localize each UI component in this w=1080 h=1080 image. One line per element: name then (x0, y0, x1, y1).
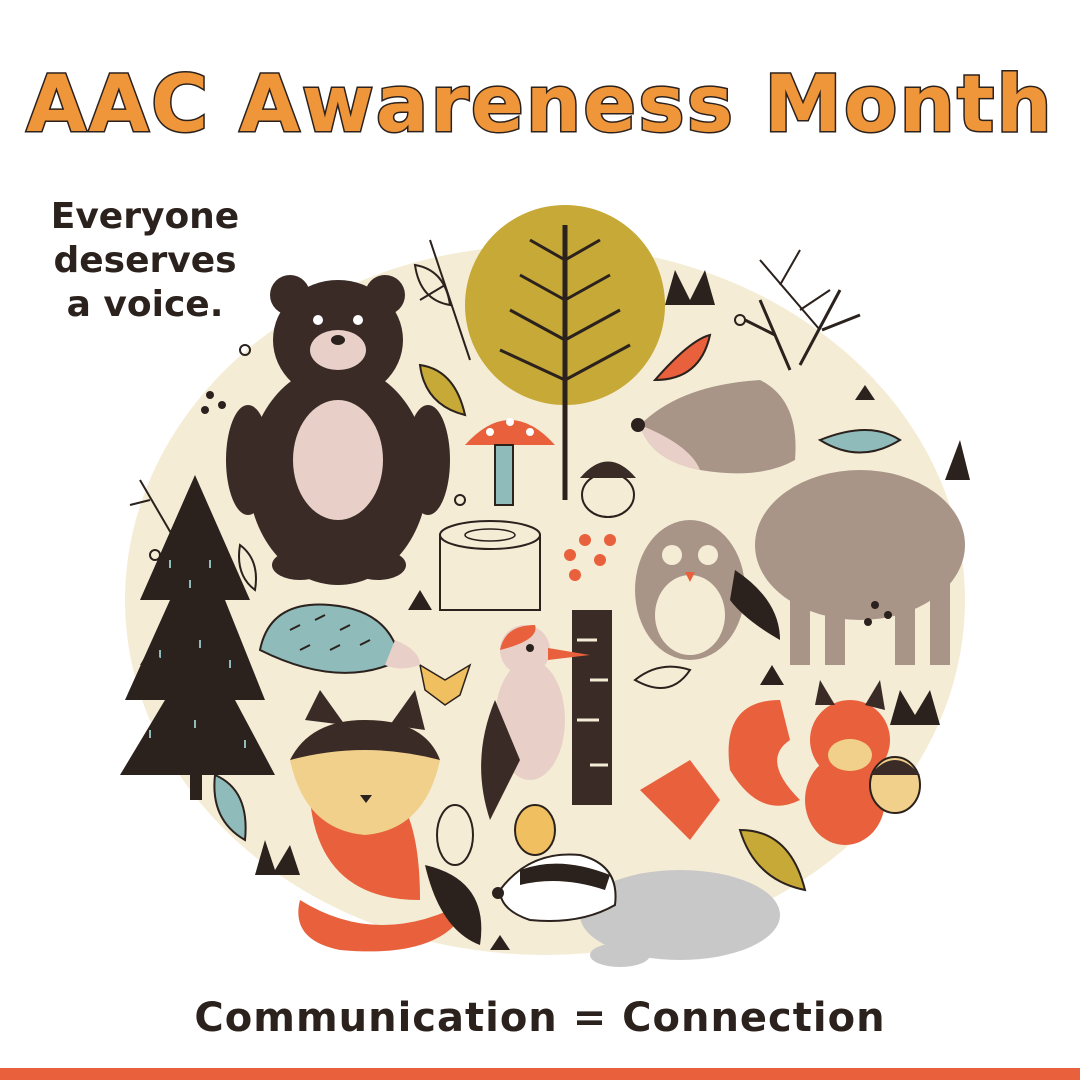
tagline: Everyone deserves a voice. (30, 195, 260, 327)
tagline-line: a voice. (66, 284, 224, 325)
woodland-illustration (120, 205, 970, 967)
tree-trunk-icon (572, 610, 612, 805)
page-title: AAC Awareness Month (25, 59, 1054, 152)
tagline-line: Everyone (50, 196, 240, 237)
tagline-line: deserves (53, 240, 237, 281)
footer-slogan: Communication = Connection (194, 995, 886, 1041)
acorn-icon (580, 461, 636, 518)
bottom-accent-bar (0, 1068, 1080, 1080)
stump-icon (439, 520, 541, 611)
